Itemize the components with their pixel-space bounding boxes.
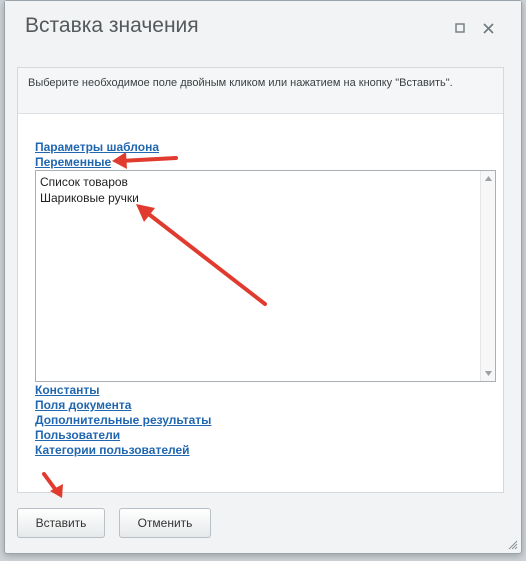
close-button[interactable] [479, 19, 497, 37]
resize-grip-icon[interactable] [507, 539, 518, 550]
link-constants[interactable]: Константы [35, 383, 100, 397]
list-item[interactable]: Шариковые ручки [40, 190, 479, 206]
maximize-button[interactable] [451, 19, 469, 37]
link-template-params[interactable]: Параметры шаблона [35, 140, 159, 154]
list-item[interactable]: Список товаров [40, 174, 479, 190]
scroll-down-icon [485, 371, 492, 376]
scroll-up-icon [485, 176, 492, 181]
dialog-titlebar[interactable]: Вставка значения [5, 1, 521, 55]
cancel-button[interactable]: Отменить [119, 508, 211, 538]
scroll-down-button[interactable] [481, 366, 496, 381]
dialog-content: Выберите необходимое поле двойным кликом… [17, 67, 504, 493]
insert-value-dialog: Вставка значения Выберите необходимое по… [4, 0, 522, 554]
listbox-scrollbar[interactable] [480, 171, 495, 381]
close-icon [482, 22, 494, 34]
link-additional-results[interactable]: Дополнительные результаты [35, 413, 211, 427]
dialog-title: Вставка значения [25, 14, 199, 37]
variables-listbox[interactable]: Список товаров Шариковые ручки [35, 170, 496, 382]
instruction-text: Выберите необходимое поле двойным кликом… [18, 68, 503, 114]
link-document-fields[interactable]: Поля документа [35, 398, 131, 412]
scroll-up-button[interactable] [481, 171, 496, 186]
link-user-categories[interactable]: Категории пользователей [35, 443, 190, 457]
insert-button[interactable]: Вставить [17, 508, 105, 538]
maximize-icon [455, 23, 465, 33]
link-variables[interactable]: Переменные [35, 155, 111, 169]
link-users[interactable]: Пользователи [35, 428, 120, 442]
